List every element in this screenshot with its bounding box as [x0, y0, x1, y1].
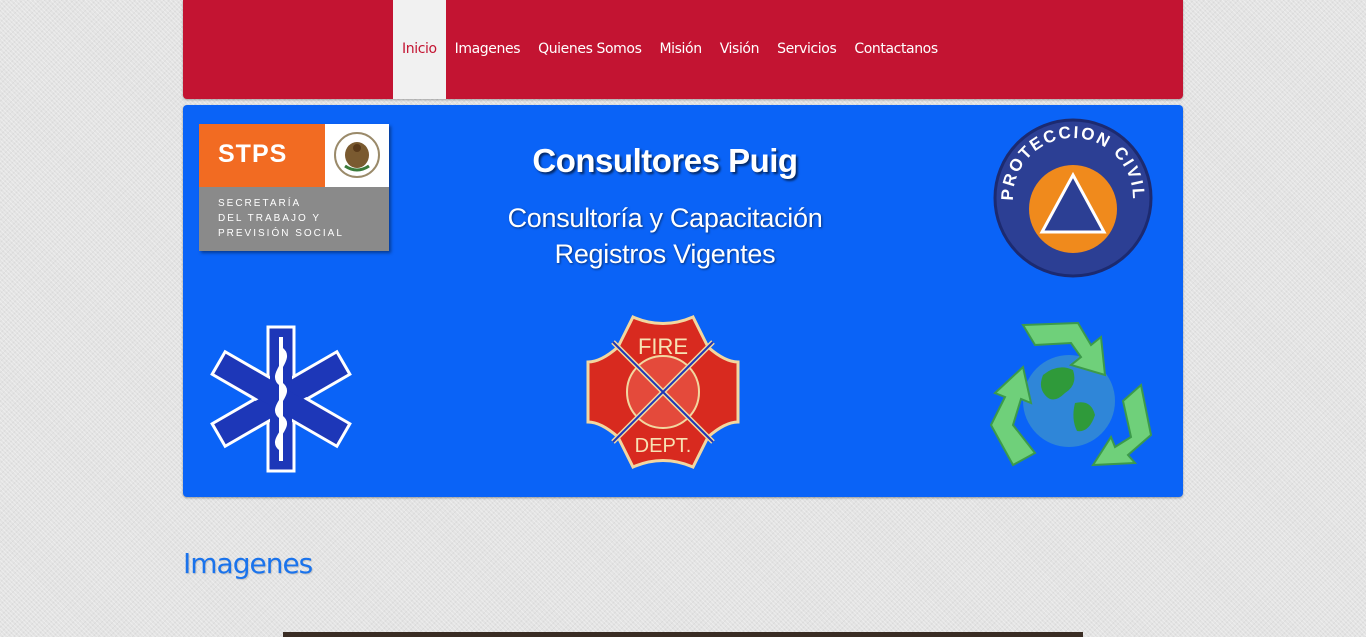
nav-item-mision[interactable]: Misión: [650, 0, 710, 99]
svg-text:FIRE: FIRE: [638, 334, 688, 359]
gallery-image-top-edge: [283, 632, 1083, 637]
fire-dept-maltese-cross-icon: FIRE DEPT.: [586, 315, 740, 469]
svg-text:DEPT.: DEPT.: [635, 435, 692, 457]
proteccion-civil-logo-icon: PROTECCION CIVIL: [993, 118, 1153, 278]
nav-item-servicios[interactable]: Servicios: [768, 0, 845, 99]
top-nav-bar: Inicio Imagenes Quienes Somos Misión Vis…: [183, 0, 1183, 99]
nav-item-inicio[interactable]: Inicio: [393, 0, 446, 99]
nav-item-quienes-somos[interactable]: Quienes Somos: [529, 0, 650, 99]
header-banner: STPS SECRETARÍA DEL TRABAJO Y PREVISIÓN …: [183, 105, 1183, 497]
nav-item-imagenes[interactable]: Imagenes: [446, 0, 529, 99]
section-title-imagenes: Imagenes: [183, 547, 313, 580]
main-nav: Inicio Imagenes Quienes Somos Misión Vis…: [393, 0, 947, 99]
star-of-life-icon: [210, 325, 352, 473]
nav-item-contactanos[interactable]: Contactanos: [845, 0, 946, 99]
nav-item-vision[interactable]: Visión: [711, 0, 768, 99]
recycle-globe-icon: [989, 321, 1153, 467]
